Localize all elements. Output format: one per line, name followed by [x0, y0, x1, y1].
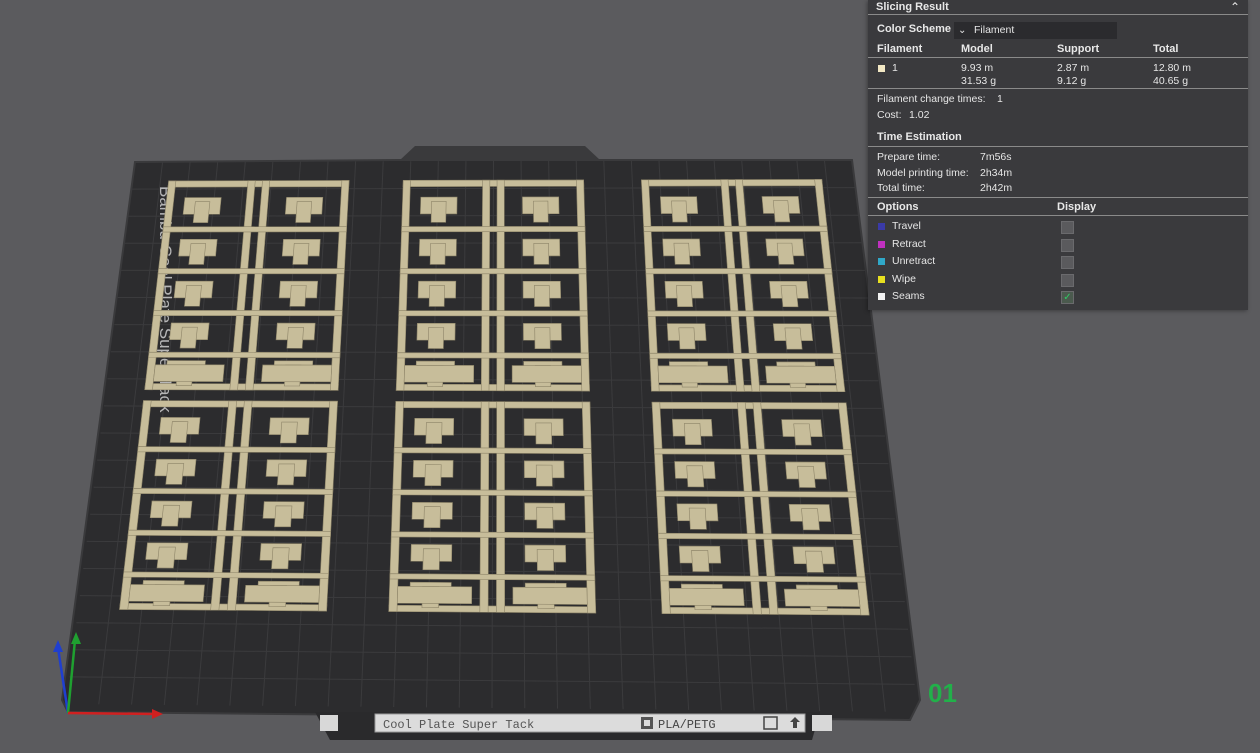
cost-value: 1.02 — [909, 109, 930, 121]
slicing-result-panel: Slicing Result ⌃ Color Scheme ⌄ Filament… — [868, 0, 1248, 310]
color-scheme-value: Filament — [974, 24, 1015, 36]
option-label-seams: Seams — [892, 290, 925, 302]
divider — [868, 215, 1248, 216]
col-model-header: Model — [961, 43, 993, 55]
total-weight: 40.65 g — [1153, 75, 1189, 87]
option-color-swatch — [878, 293, 885, 300]
color-scheme-select[interactable]: ⌄ Filament — [954, 22, 1117, 39]
support-weight: 9.12 g — [1057, 75, 1087, 87]
plate-filament-icon — [641, 717, 653, 729]
prepare-time-value: 7m56s — [980, 151, 1012, 163]
cost-label: Cost: — [877, 109, 902, 121]
options-header: Options — [877, 201, 919, 213]
divider — [868, 146, 1248, 147]
option-color-swatch — [878, 223, 885, 230]
display-checkbox-unretract[interactable] — [1061, 256, 1074, 269]
option-color-swatch — [878, 240, 885, 248]
display-checkbox-travel[interactable] — [1061, 221, 1074, 234]
option-label-travel: Travel — [892, 220, 921, 232]
time-estimation-title: Time Estimation — [877, 131, 962, 143]
divider — [868, 197, 1248, 198]
prepare-time-label: Prepare time: — [877, 151, 941, 163]
model-length: 9.93 m — [961, 62, 994, 74]
col-support-header: Support — [1057, 43, 1100, 55]
filament-change-label: Filament change times: — [877, 93, 986, 105]
filament-color-swatch — [878, 65, 885, 72]
total-length: 12.80 m — [1153, 62, 1191, 74]
color-scheme-label: Color Scheme — [877, 23, 951, 35]
model-printing-time-value: 2h34m — [980, 167, 1013, 179]
divider — [868, 57, 1248, 58]
model-printing-time-label: Model printing time: — [877, 167, 969, 179]
chevron-down-icon: ⌄ — [958, 25, 967, 36]
display-header: Display — [1057, 201, 1097, 213]
filament-change-value: 1 — [997, 93, 1003, 105]
display-checkbox-retract[interactable] — [1061, 238, 1074, 252]
model-weight: 31.53 g — [961, 75, 997, 87]
plate-label-text: Cool Plate Super Tack — [383, 718, 534, 732]
col-filament-header: Filament — [877, 43, 923, 55]
divider — [868, 14, 1248, 15]
plate-number[interactable]: 01 — [928, 678, 957, 708]
total-time-label: Total time: — [877, 182, 925, 194]
divider — [868, 88, 1248, 89]
support-length: 2.87 m — [1057, 62, 1090, 74]
option-color-swatch — [878, 258, 885, 265]
filament-type-text: PLA/PETG — [658, 718, 716, 732]
panel-title: Slicing Result — [876, 1, 949, 13]
option-color-swatch — [878, 275, 885, 283]
display-checkbox-wipe[interactable] — [1061, 273, 1074, 287]
option-label-wipe: Wipe — [892, 272, 916, 285]
collapse-chevron-up-icon[interactable]: ⌃ — [1230, 0, 1240, 14]
option-label-retract: Retract — [892, 237, 926, 250]
option-label-unretract: Unretract — [892, 255, 936, 267]
col-total-header: Total — [1153, 43, 1179, 55]
total-time-value: 2h42m — [980, 182, 1013, 194]
display-checkbox-seams[interactable]: ✓ — [1061, 291, 1074, 304]
build-plate — [60, 146, 922, 740]
filament-id: 1 — [892, 62, 898, 74]
